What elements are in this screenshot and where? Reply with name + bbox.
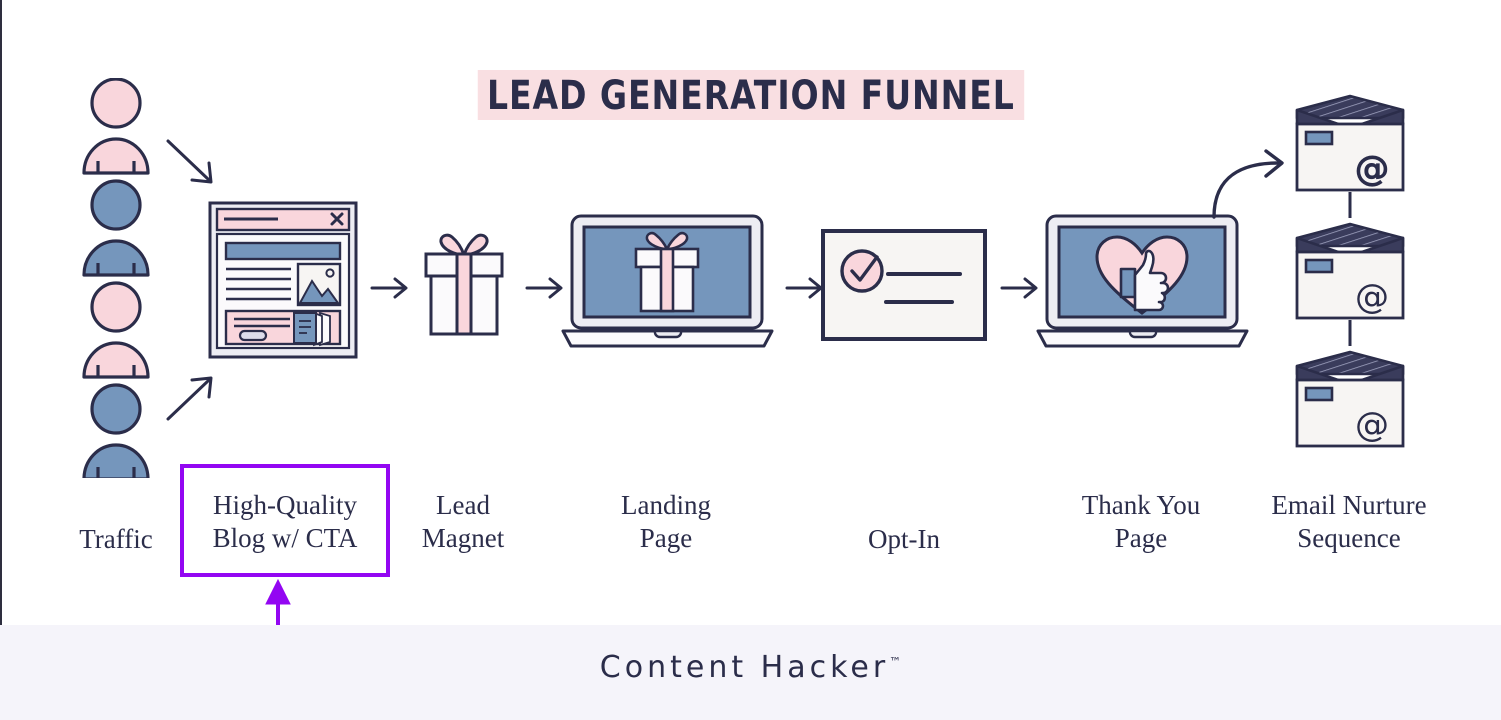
envelope-icon-2: @ [1295,222,1405,320]
document-stack-icon [293,311,331,347]
person-icon-2 [82,179,150,277]
diagonal-arrow-up-icon [166,376,213,421]
funnel-diagram: @ @ @ @ Traffic High-Quality Blog w/ CTA… [0,0,1501,668]
image-thumbnail-icon [296,262,342,307]
stage-label-landing: Landing Page [621,490,711,553]
optin-form-icon [821,229,987,341]
arrow-right-icon-1 [370,277,408,299]
stage-label-lead-magnet: Lead Magnet [421,490,505,553]
svg-text:@: @ [1355,405,1389,445]
svg-text:@: @ [1355,149,1389,189]
brand-name: Content Hacker [599,650,890,685]
person-icon-1 [82,78,150,175]
stage-label-thankyou: Thank You Page [1081,490,1201,553]
cta-band [224,309,342,347]
person-icon-3 [82,281,150,379]
highlight-box-blog[interactable] [180,464,390,577]
svg-text:@: @ [1355,277,1389,317]
person-icon-4 [82,383,150,478]
gift-box-icon [424,233,504,336]
brand-wordmark: Content Hacker™ [0,650,1501,685]
browser-window-icon [208,201,358,359]
laptop-gift-icon [561,214,774,348]
curved-arrow-icon [1212,149,1284,219]
envelope-icon-1: @ @ [1295,94,1405,192]
laptop-heart-thumbsup-icon [1036,214,1249,348]
check-circle-icon [840,249,884,293]
envelope-stack-icon: @ @ @ @ [1295,94,1405,448]
diagonal-arrow-down-icon [166,139,213,184]
stage-label-email: Email Nurture Sequence [1271,490,1427,553]
envelope-icon-3: @ [1295,350,1405,448]
stage-label-traffic: Traffic [79,524,153,554]
brand-trademark: ™ [889,655,902,669]
people-group-icon [82,78,150,478]
stage-label-optin: Opt-In [868,524,940,554]
